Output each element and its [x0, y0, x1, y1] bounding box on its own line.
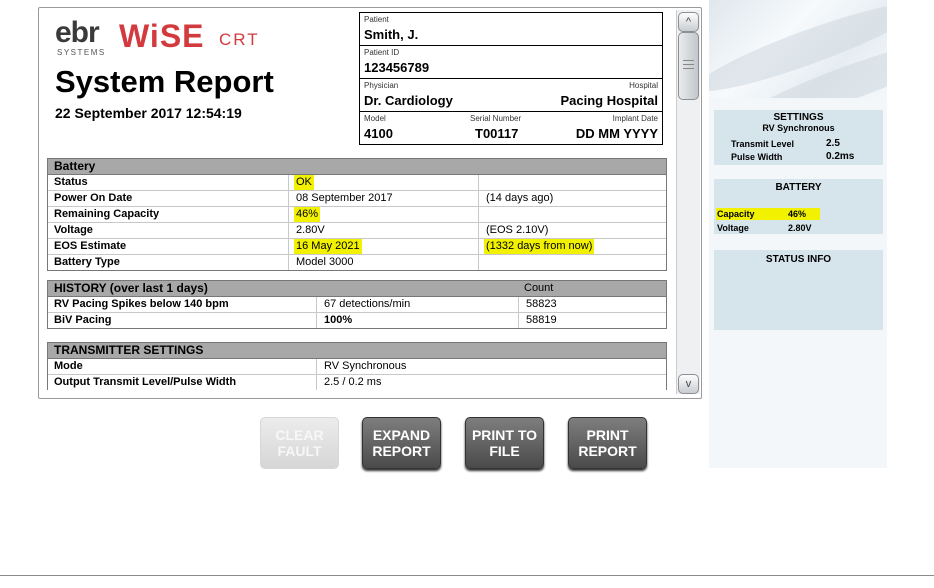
voltage-label: Voltage — [717, 223, 749, 233]
row-label: Output Transmit Level/Pulse Width — [54, 376, 237, 388]
table-row: Mode RV Synchronous — [48, 359, 666, 375]
print-to-file-button[interactable]: PRINT TO FILE — [465, 417, 544, 469]
settings-title: SETTINGS — [773, 112, 824, 123]
history-header: HISTORY (over last 1 days) Count — [48, 281, 666, 297]
row-label: Status — [54, 176, 88, 188]
table-row: Status OK — [48, 175, 666, 191]
transmitter-header: TRANSMITTER SETTINGS — [48, 343, 666, 359]
pulse-width-label: Pulse Width — [731, 152, 783, 162]
capacity-value: 46% — [788, 209, 807, 219]
transmitter-panel: TRANSMITTER SETTINGS Mode RV Synchronous… — [47, 342, 667, 390]
table-row: RV Pacing Spikes below 140 bpm 67 detect… — [48, 297, 666, 313]
battery-header: Battery — [48, 159, 666, 175]
table-row: Remaining Capacity 46% — [48, 207, 666, 223]
model-label: Model — [364, 114, 386, 123]
patient-label: Patient — [364, 15, 389, 24]
status-info-panel: STATUS INFO — [714, 250, 883, 330]
print-report-button[interactable]: PRINT REPORT — [568, 417, 647, 469]
capacity-label: Capacity — [717, 209, 755, 219]
side-decoration — [709, 0, 887, 98]
expand-report-button[interactable]: EXPAND REPORT — [362, 417, 441, 469]
chevron-down-icon: v — [685, 378, 692, 390]
table-row: EOS Estimate 16 May 2021 (1332 days from… — [48, 239, 666, 255]
logo-ebr: ebr — [55, 16, 100, 49]
row-label: Mode — [54, 360, 83, 372]
bottom-divider — [0, 575, 934, 576]
patient-id-label: Patient ID — [364, 48, 400, 57]
row-label: Voltage — [54, 224, 93, 236]
table-row: Voltage 2.80V (EOS 2.10V) — [48, 223, 666, 239]
row-value: Model 3000 — [296, 256, 354, 268]
scroll-down-button[interactable]: v — [678, 374, 699, 394]
report-date: 22 September 2017 12:54:19 — [55, 105, 242, 121]
report-frame: ebr SYSTEMS WiSE CRT System Report 22 Se… — [38, 7, 702, 399]
logo: ebr SYSTEMS WiSE CRT — [55, 16, 285, 60]
chevron-up-icon: ^ — [685, 16, 692, 28]
serial-value: T00117 — [475, 126, 519, 141]
serial-label: Serial Number — [470, 114, 522, 123]
battery-side-panel: BATTERY Capacity 46% Voltage 2.80V — [714, 179, 883, 234]
patient-id-row: Patient ID 123456789 — [360, 46, 662, 79]
row-label: Power On Date — [54, 192, 133, 204]
table-row: Power On Date 08 September 2017 (14 days… — [48, 191, 666, 207]
row-value: 08 September 2017 — [296, 192, 393, 204]
device-row: Model 4100 Serial Number T00117 Implant … — [360, 112, 662, 144]
row-value: 100% — [324, 314, 353, 326]
row-label: BiV Pacing — [54, 314, 112, 326]
row-count: 58823 — [526, 298, 557, 310]
transmit-level-label: Transmit Level — [731, 139, 795, 149]
row-extra: (14 days ago) — [486, 192, 554, 204]
row-count: 58819 — [526, 314, 557, 326]
clear-fault-button[interactable]: CLEAR FAULT — [260, 417, 339, 469]
row-value: 2.80V — [296, 224, 325, 236]
battery-panel: Battery Status OK Power On Date 08 Septe… — [47, 158, 667, 271]
row-value: 46% — [294, 207, 321, 222]
row-label: RV Pacing Spikes below 140 bpm — [54, 298, 229, 310]
row-label: EOS Estimate — [54, 240, 127, 252]
row-extra: (EOS 2.10V) — [486, 224, 549, 236]
row-value: OK — [294, 175, 314, 190]
row-value: 16 May 2021 — [294, 239, 362, 254]
physician-row: Physician Dr. Cardiology Hospital Pacing… — [360, 79, 662, 112]
transmit-level-value: 2.5 — [826, 138, 840, 149]
settings-mode: RV Synchronous — [762, 123, 835, 133]
logo-crt: CRT — [219, 30, 260, 49]
report-title: System Report — [55, 64, 274, 99]
table-row: Battery Type Model 3000 — [48, 255, 666, 270]
voltage-value: 2.80V — [788, 223, 812, 233]
history-title: HISTORY (over last 1 days) — [54, 281, 208, 295]
row-value: 67 detections/min — [324, 298, 411, 310]
patient-value: Smith, J. — [364, 27, 419, 42]
scroll-thumb[interactable] — [678, 32, 699, 100]
implant-value: DD MM YYYY — [575, 126, 658, 141]
logo-systems: SYSTEMS — [57, 48, 106, 57]
history-panel: HISTORY (over last 1 days) Count RV Paci… — [47, 280, 667, 329]
implant-label: Implant Date — [612, 114, 658, 123]
scroll-up-button[interactable]: ^ — [678, 12, 699, 32]
patient-row: Patient Smith, J. — [360, 13, 662, 46]
row-extra: (1332 days from now) — [484, 239, 595, 254]
patient-info-box: Patient Smith, J. Patient ID 123456789 P… — [359, 12, 663, 145]
count-header: Count — [524, 282, 554, 294]
hospital-value: Pacing Hospital — [560, 93, 658, 108]
model-value: 4100 — [364, 126, 393, 141]
row-label: Battery Type — [54, 256, 120, 268]
physician-label: Physician — [364, 81, 399, 90]
patient-id-value: 123456789 — [364, 60, 430, 75]
battery-side-title: BATTERY — [775, 182, 822, 193]
row-value: RV Synchronous — [324, 360, 407, 372]
settings-panel: SETTINGS RV Synchronous Transmit Level 2… — [714, 110, 883, 165]
report-scrollbar[interactable]: ^ v — [676, 10, 700, 394]
logo-wise: WiSE — [119, 18, 205, 54]
hospital-label: Hospital — [629, 81, 658, 90]
physician-value: Dr. Cardiology — [364, 93, 453, 108]
pulse-width-value: 0.2ms — [826, 151, 855, 162]
status-info-title: STATUS INFO — [765, 254, 832, 265]
row-value: 2.5 / 0.2 ms — [324, 376, 382, 388]
row-label: Remaining Capacity — [54, 208, 160, 220]
table-row: Output Transmit Level/Pulse Width 2.5 / … — [48, 375, 666, 390]
table-row: BiV Pacing 100% 58819 — [48, 313, 666, 328]
